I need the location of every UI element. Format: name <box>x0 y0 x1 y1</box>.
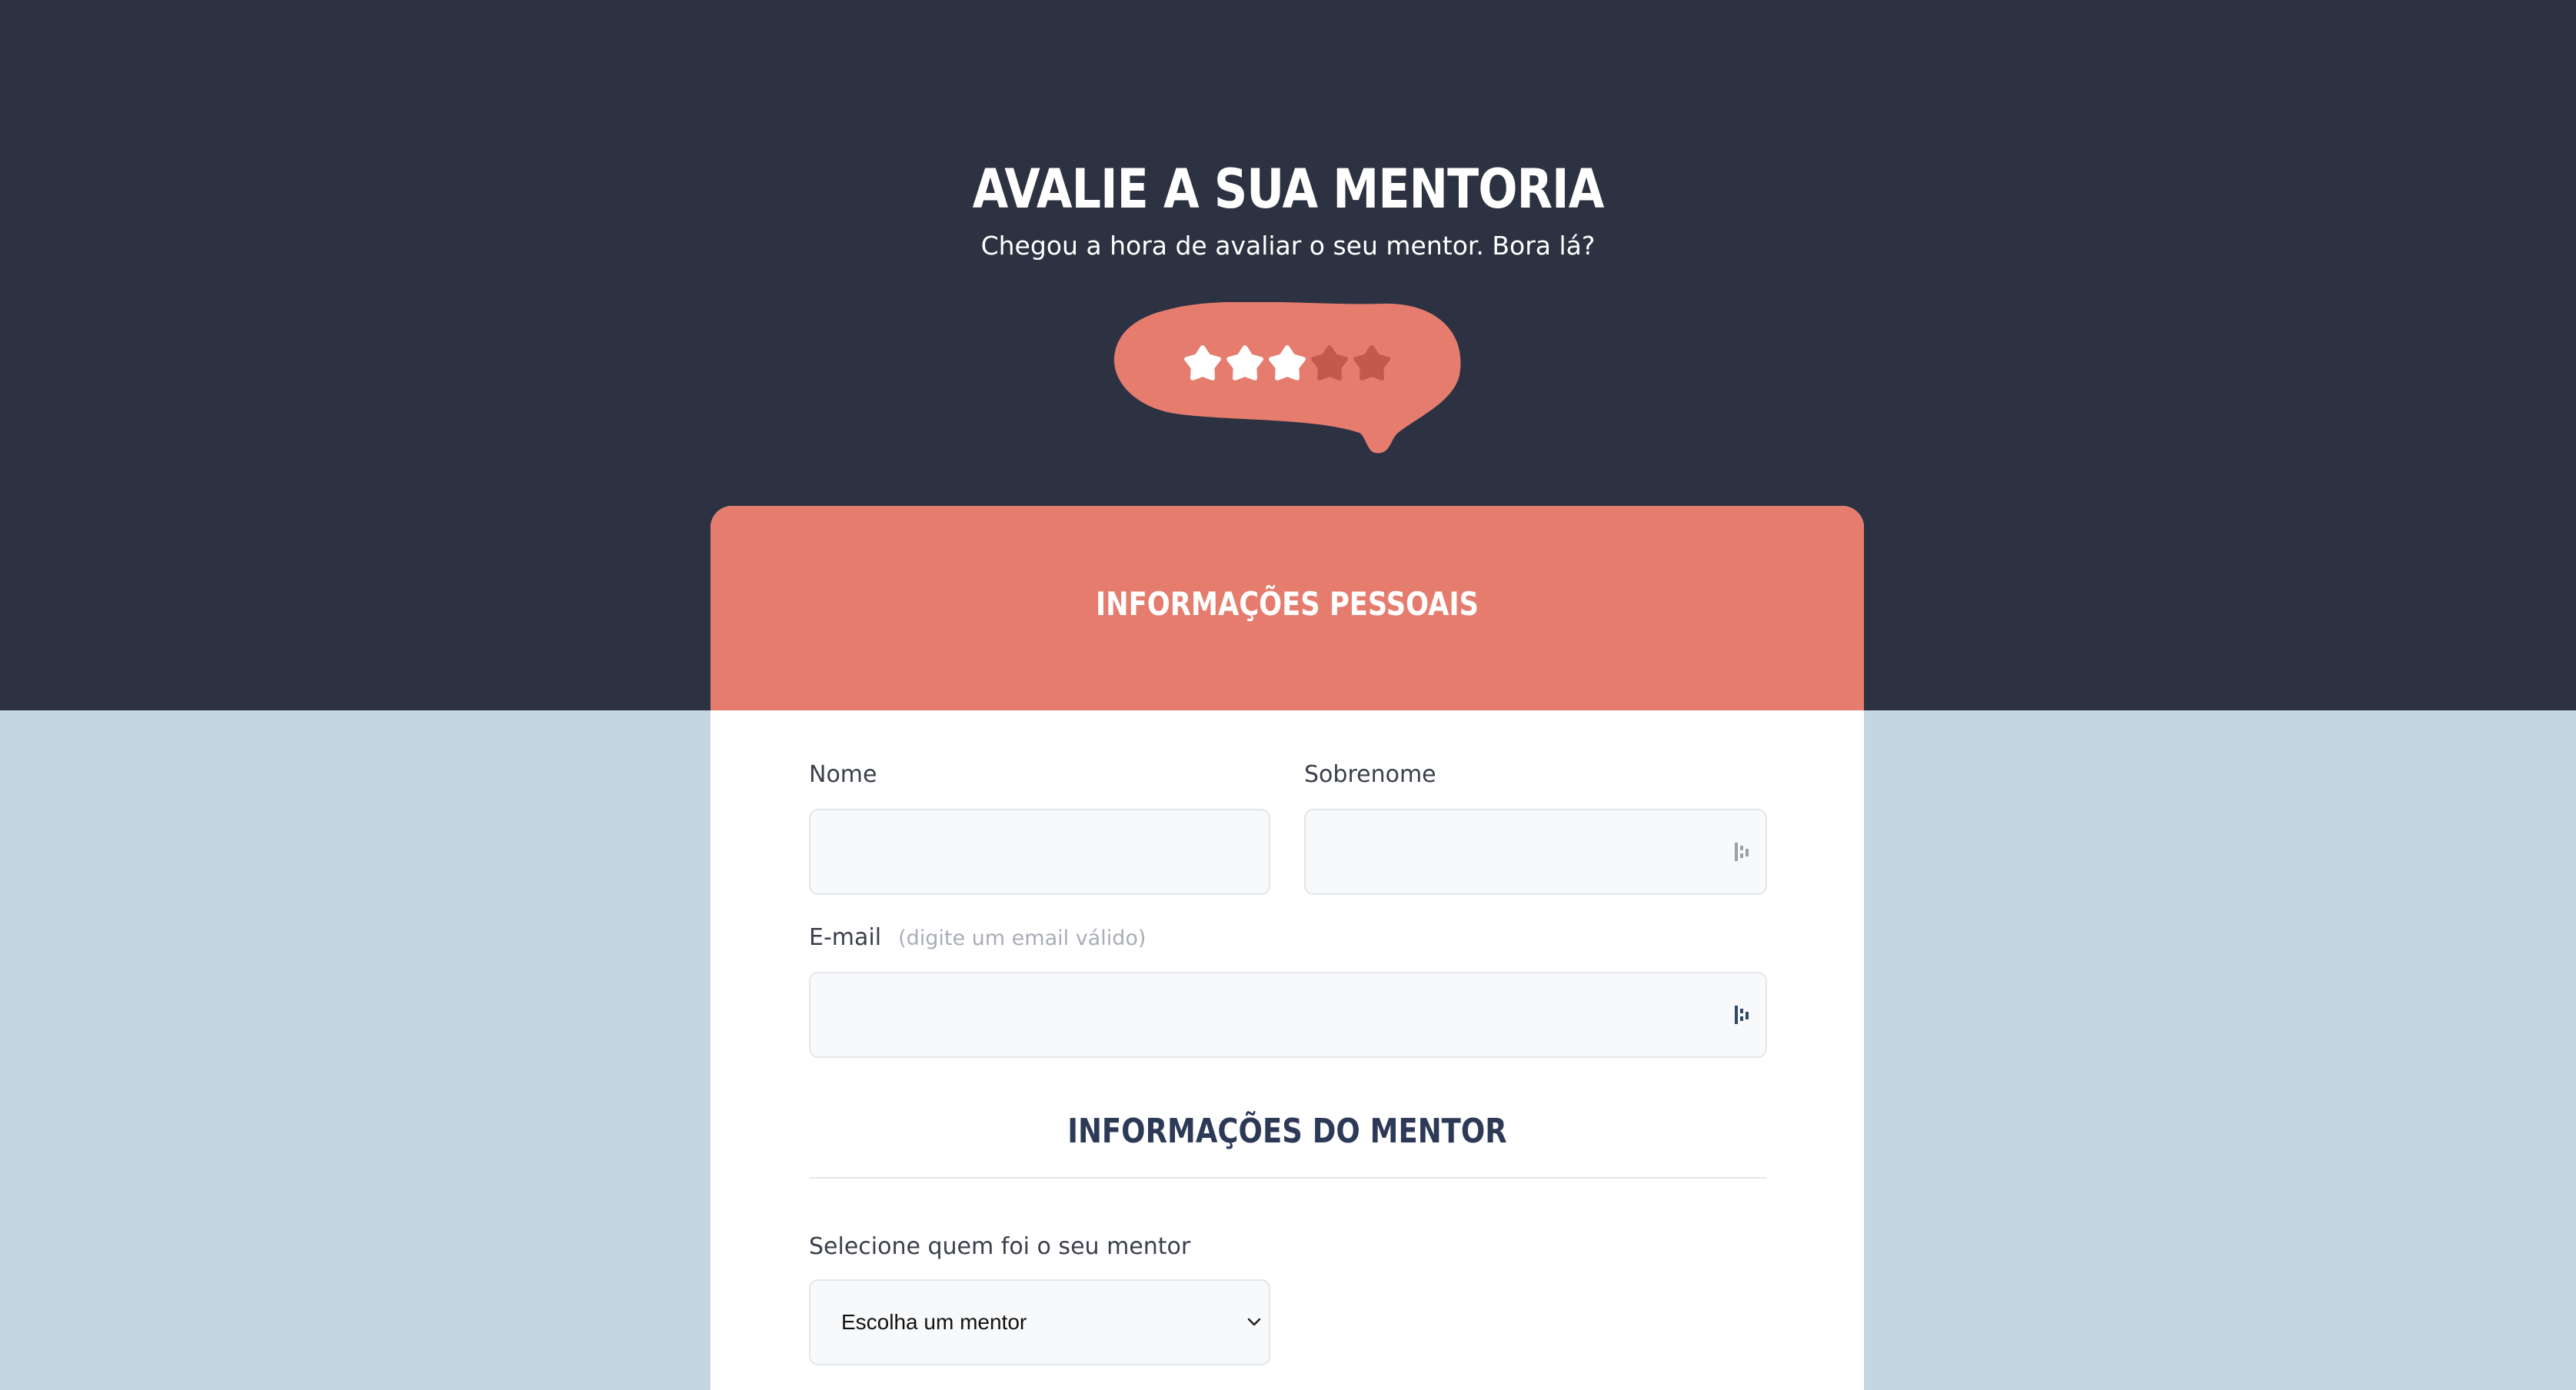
last-name-input[interactable] <box>1304 809 1767 895</box>
email-hint: (digite um email válido) <box>898 926 1147 950</box>
personal-info-title: INFORMAÇÕES PESSOAIS <box>1095 585 1479 623</box>
first-name-input[interactable] <box>809 809 1270 895</box>
section-divider <box>809 1177 1767 1179</box>
email-label: E-mail (digite um email válido) <box>809 924 1146 951</box>
autofill-icon[interactable] <box>1735 841 1752 863</box>
autofill-icon[interactable] <box>1735 1004 1752 1026</box>
mentor-select-value: Escolha um mentor <box>841 1310 1027 1334</box>
email-input[interactable] <box>809 972 1767 1058</box>
mentor-select[interactable]: Escolha um mentor <box>809 1279 1270 1365</box>
mentor-select-label: Selecione quem foi o seu mentor <box>809 1233 1191 1260</box>
email-label-text: E-mail <box>809 924 882 951</box>
page-subtitle: Chegou a hora de avaliar o seu mentor. B… <box>980 231 1596 261</box>
page-title: AVALIE A SUA MENTORIA <box>972 158 1605 221</box>
mentor-info-title: INFORMAÇÕES DO MENTOR <box>1067 1112 1507 1151</box>
personal-info-header: INFORMAÇÕES PESSOAIS <box>711 506 1864 710</box>
rating-form-card: INFORMAÇÕES PESSOAIS Nome Sobrenome E-ma… <box>711 506 1864 1390</box>
last-name-label: Sobrenome <box>1304 761 1436 788</box>
first-name-label: Nome <box>809 761 877 788</box>
rating-bubble <box>1113 302 1463 457</box>
chevron-down-icon <box>1247 1318 1261 1326</box>
